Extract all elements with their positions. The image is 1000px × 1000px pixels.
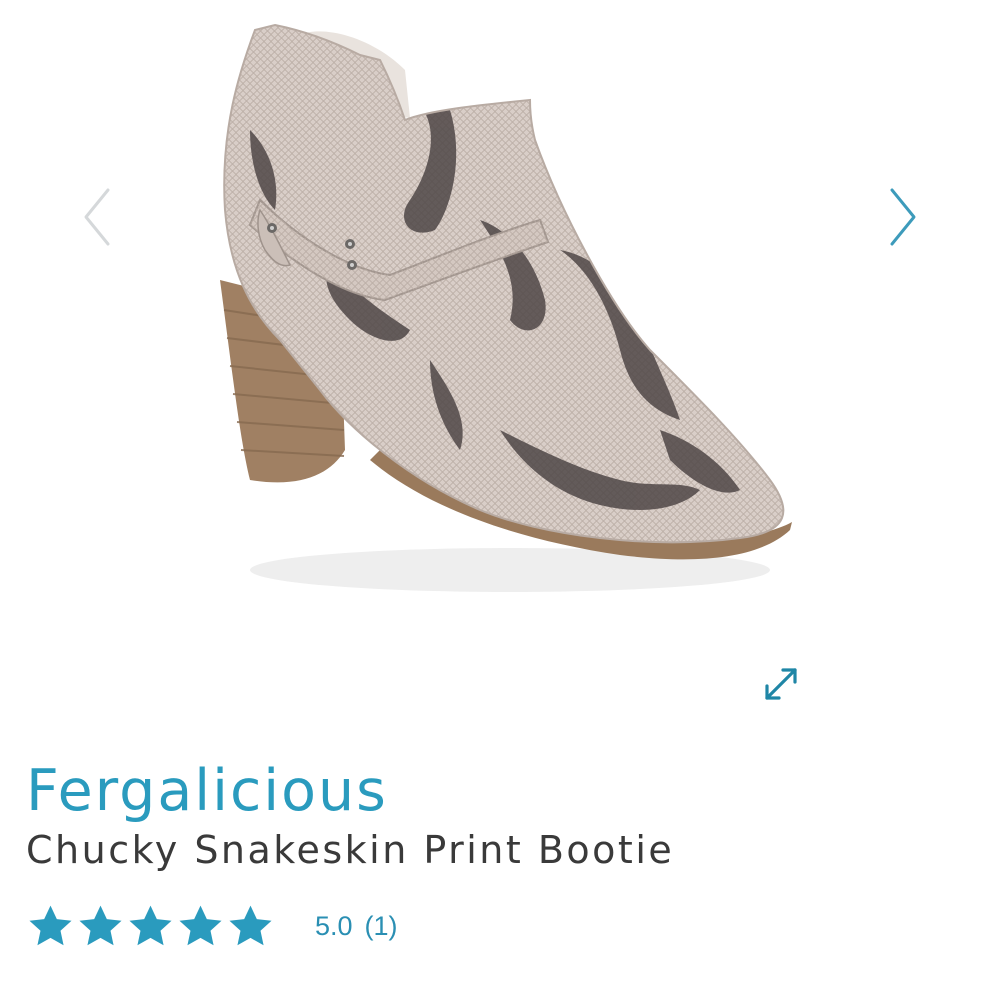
- review-count: (1): [364, 910, 398, 941]
- image-gallery: [0, 0, 1000, 740]
- brand-link[interactable]: Fergalicious: [26, 755, 976, 827]
- expand-image-button[interactable]: [757, 660, 805, 708]
- next-image-button[interactable]: [876, 182, 926, 252]
- product-info: Fergalicious Chucky Snakeskin Print Boot…: [26, 755, 976, 873]
- chevron-left-icon: [84, 188, 110, 246]
- chevron-right-icon: [890, 188, 916, 246]
- product-page: Fergalicious Chucky Snakeskin Print Boot…: [0, 0, 1000, 1000]
- rating-summary[interactable]: 5.0 (1): [26, 898, 398, 954]
- star-icon: [179, 905, 222, 945]
- star-icon: [229, 905, 272, 945]
- product-title: Chucky Snakeskin Print Bootie: [26, 828, 675, 872]
- rating-score: 5.0: [315, 910, 353, 941]
- product-image[interactable]: [180, 10, 820, 610]
- star-rating: [26, 902, 275, 951]
- prev-image-button[interactable]: [74, 182, 124, 252]
- star-icon: [79, 905, 122, 945]
- star-icon: [29, 905, 72, 945]
- star-icon: [129, 905, 172, 945]
- expand-arrows-icon: [765, 668, 797, 700]
